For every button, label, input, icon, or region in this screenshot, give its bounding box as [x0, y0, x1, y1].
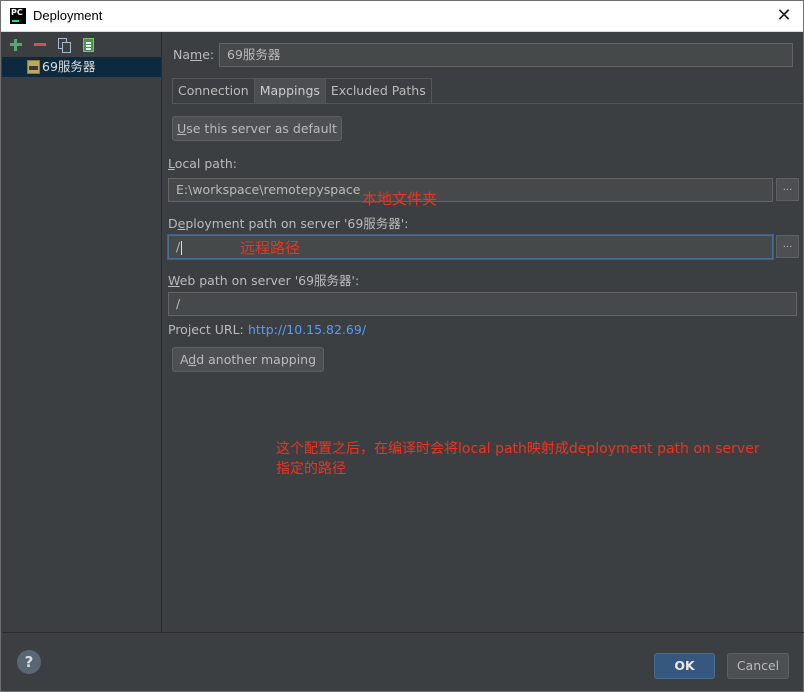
tab-divider — [172, 103, 803, 104]
project-url-label: Project URL: — [168, 322, 244, 337]
close-icon[interactable]: ✕ — [773, 5, 795, 27]
text-caret — [181, 240, 183, 255]
server-list-panel: 69服务器 — [1, 32, 162, 632]
config-tabs: Connection Mappings Excluded Paths — [172, 78, 432, 103]
server-config-panel: Name: 69服务器 Connection Mappings Excluded… — [163, 32, 803, 632]
use-as-default-icon[interactable] — [79, 36, 97, 54]
pycharm-app-icon: PC — [10, 8, 26, 24]
title-bar: PC Deployment ✕ — [1, 1, 803, 32]
tab-connection[interactable]: Connection — [172, 78, 255, 103]
server-item-label: 69服务器 — [42, 59, 96, 74]
annotation-local-folder: 本地文件夹 — [362, 190, 438, 208]
name-input[interactable]: 69服务器 — [219, 43, 793, 67]
sftp-server-icon — [27, 60, 40, 74]
deployment-path-label: Deployment path on server '69服务器': — [168, 216, 409, 231]
annotation-explanation-line2: 指定的路径 — [276, 461, 346, 477]
local-path-input[interactable]: E:\workspace\remotepyspace — [168, 178, 773, 202]
window-title: Deployment — [33, 8, 103, 23]
tab-mappings[interactable]: Mappings — [253, 78, 326, 103]
help-icon[interactable]: ? — [17, 650, 41, 674]
annotation-explanation-line1: 这个配置之后，在编译时会将local path映射成deployment pat… — [276, 441, 760, 457]
use-as-default-button[interactable]: Use this server as default — [172, 116, 342, 141]
add-another-mapping-button[interactable]: Add another mapping — [172, 347, 324, 372]
annotation-remote-path: 远程路径 — [240, 239, 301, 257]
minus-icon[interactable] — [31, 36, 49, 54]
name-label: Name: — [173, 47, 215, 62]
web-path-label: Web path on server '69服务器': — [168, 273, 360, 288]
local-path-browse-button[interactable]: ... — [776, 178, 799, 201]
project-url-link[interactable]: http://10.15.82.69/ — [248, 322, 366, 337]
web-path-input[interactable]: / — [168, 292, 797, 316]
deployment-path-value: / — [176, 239, 181, 254]
tab-excluded-paths[interactable]: Excluded Paths — [324, 78, 432, 103]
deployment-path-browse-button[interactable]: ... — [776, 235, 799, 258]
local-path-label: Local path: — [168, 156, 238, 171]
footer-divider — [2, 632, 804, 633]
server-list-item-69[interactable]: 69服务器 — [2, 57, 161, 77]
ok-button[interactable]: OK — [654, 653, 715, 679]
plus-icon[interactable] — [7, 36, 25, 54]
cancel-button[interactable]: Cancel — [727, 653, 789, 679]
deployment-dialog: PC Deployment ✕ 69服务器 Name: 69服务器 Connec… — [0, 0, 804, 692]
server-list-toolbar — [7, 36, 97, 54]
copy-icon[interactable] — [55, 36, 73, 54]
